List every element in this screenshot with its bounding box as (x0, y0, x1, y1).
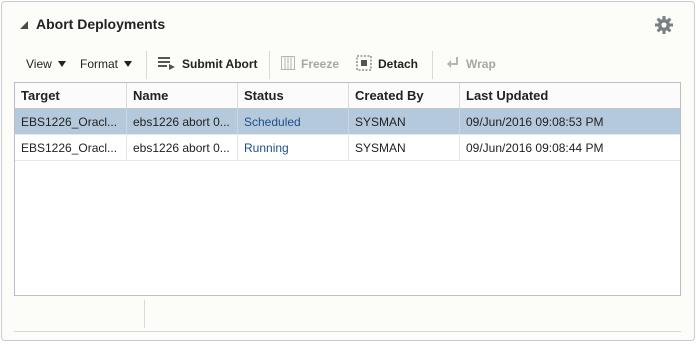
freeze-icon (281, 55, 295, 73)
cell-created-by: SYSMAN (349, 135, 460, 160)
deployments-table: Target Name Status Created By Last Updat… (14, 82, 681, 296)
column-header-last-updated[interactable]: Last Updated (460, 83, 680, 108)
wrap-icon (446, 56, 460, 73)
table-header: Target Name Status Created By Last Updat… (15, 83, 680, 109)
cell-last-updated: 09/Jun/2016 09:08:53 PM (466, 114, 604, 129)
cell-target: EBS1226_Oracl... (15, 135, 127, 160)
footer-divider (144, 300, 145, 328)
cell-status-link[interactable]: Scheduled (238, 109, 349, 134)
freeze-button[interactable]: Freeze (281, 47, 339, 81)
toolbar: View Format Submit Abort Freeze Detach W… (14, 47, 680, 81)
table-footer (14, 296, 681, 332)
wrap-label: Wrap (466, 57, 496, 71)
cell-created-by: SYSMAN (349, 109, 460, 134)
collapse-icon[interactable] (20, 21, 28, 29)
column-header-created-by[interactable]: Created By (349, 83, 460, 108)
freeze-label: Freeze (301, 57, 340, 71)
wrap-button[interactable]: Wrap (446, 47, 496, 81)
chevron-down-icon (57, 61, 66, 67)
view-menu[interactable]: View (26, 47, 66, 81)
cell-last-updated: 09/Jun/2016 09:08:44 PM (466, 140, 604, 155)
submit-abort-button[interactable]: Submit Abort (158, 47, 258, 81)
detach-label: Detach (378, 57, 419, 71)
column-header-target[interactable]: Target (15, 83, 127, 108)
cell-target: EBS1226_Oracl... (15, 109, 127, 134)
table-row[interactable]: EBS1226_Oracl... ebs1226 abort 0... Runn… (15, 135, 680, 161)
column-header-name[interactable]: Name (127, 83, 238, 108)
table-row[interactable]: EBS1226_Oracl... ebs1226 abort 0... Sche… (15, 109, 680, 135)
submit-abort-icon (158, 56, 176, 73)
toolbar-divider (432, 51, 433, 79)
chevron-down-icon (124, 61, 133, 67)
panel-title: Abort Deployments (36, 16, 166, 32)
detach-icon (356, 55, 372, 74)
view-label: View (26, 57, 52, 71)
cell-status-link[interactable]: Running (238, 135, 349, 160)
column-header-status[interactable]: Status (238, 83, 349, 108)
cell-name: ebs1226 abort 0... (127, 109, 238, 134)
gear-icon[interactable] (654, 15, 674, 35)
toolbar-divider (269, 51, 270, 79)
toolbar-divider (146, 51, 147, 79)
format-menu[interactable]: Format (80, 47, 133, 81)
submit-abort-label: Submit Abort (182, 57, 258, 71)
format-label: Format (80, 57, 119, 71)
cell-name: ebs1226 abort 0... (127, 135, 238, 160)
panel-header: Abort Deployments (2, 2, 694, 46)
detach-button[interactable]: Detach (356, 47, 418, 81)
